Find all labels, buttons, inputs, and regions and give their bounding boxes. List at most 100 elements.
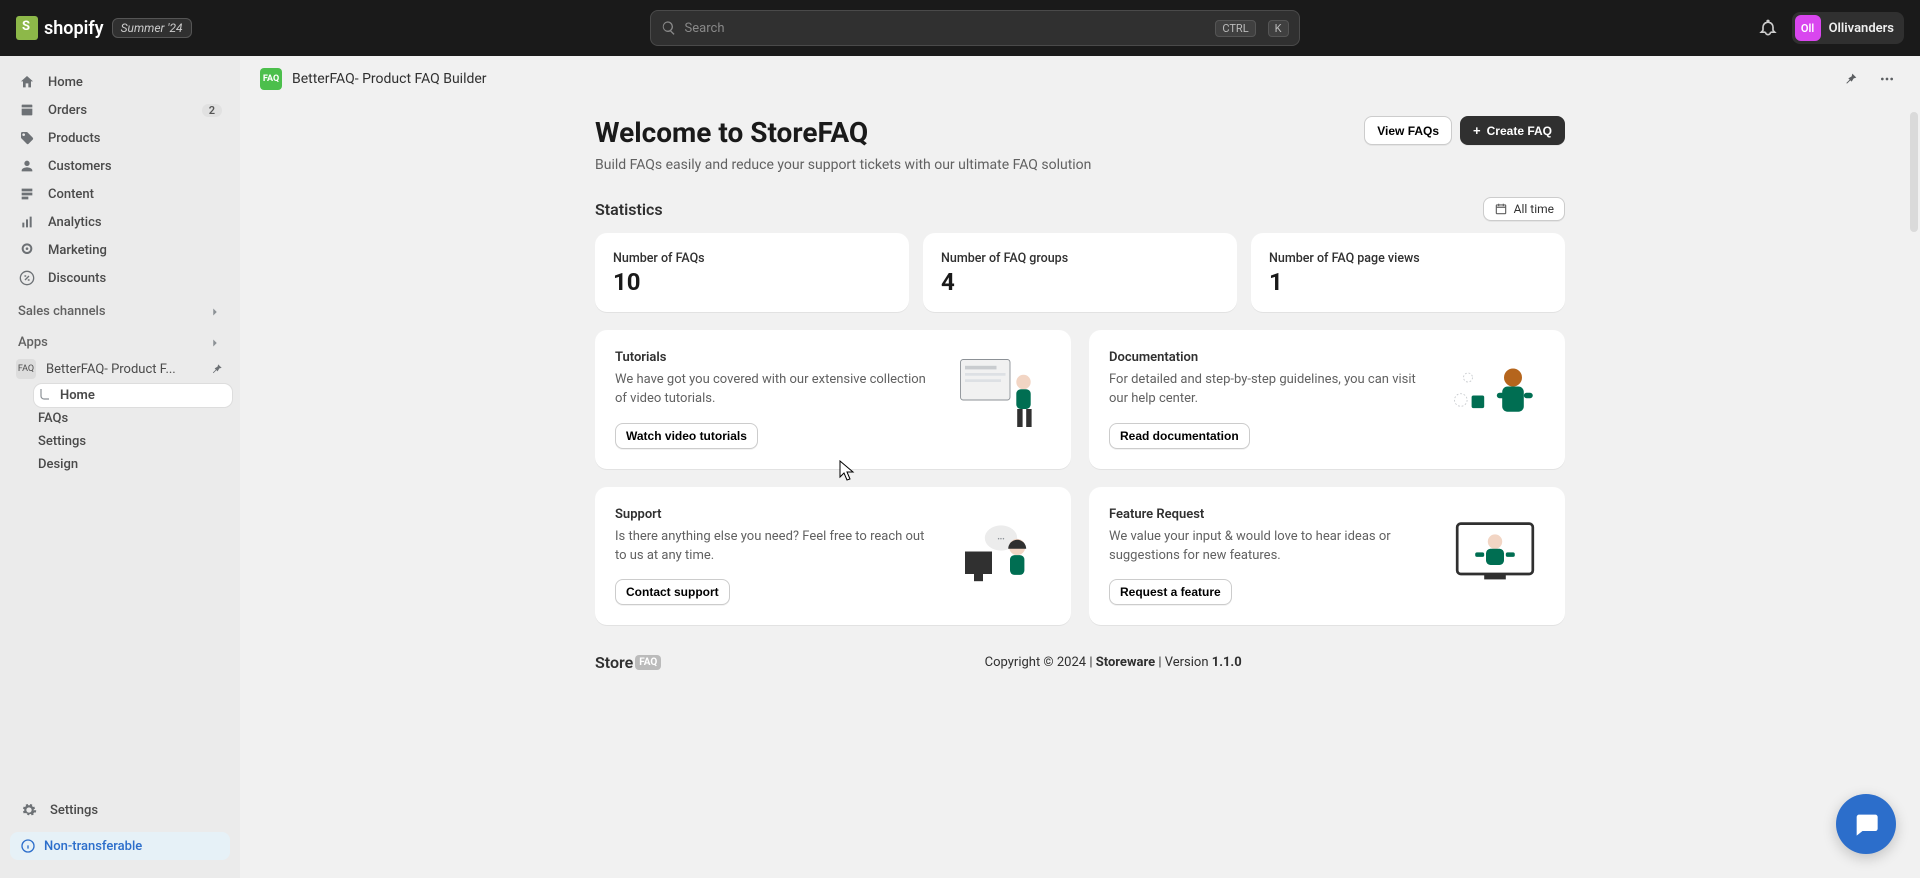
tutorials-illustration (951, 350, 1051, 440)
create-faq-button[interactable]: + Create FAQ (1460, 116, 1565, 145)
chat-icon (1852, 810, 1880, 838)
shopify-logo[interactable]: shopify (16, 16, 104, 40)
brand-text: shopify (44, 18, 104, 39)
shopify-bag-icon (16, 16, 38, 40)
avatar: Oll (1795, 15, 1821, 41)
nav-home-label: Home (48, 75, 83, 90)
nav-settings-label: Settings (50, 803, 98, 818)
card-body: Is there anything else you need? Feel fr… (615, 528, 935, 566)
chevron-right-icon (208, 305, 222, 319)
search-icon (661, 20, 677, 36)
request-feature-button[interactable]: Request a feature (1109, 579, 1232, 605)
chevron-right-icon (208, 336, 222, 350)
page-title: Welcome to StoreFAQ (595, 116, 1091, 149)
nav-marketing-label: Marketing (48, 243, 107, 258)
statistics-header: Statistics All time (595, 197, 1565, 221)
sales-channels-label: Sales channels (18, 304, 106, 319)
card-support: Support Is there anything else you need?… (595, 487, 1071, 626)
stat-label: Number of FAQ groups (941, 251, 1219, 266)
card-feature-request: Feature Request We value your input & wo… (1089, 487, 1565, 626)
stat-value: 4 (941, 268, 1219, 296)
shortcut-ctrl: CTRL (1215, 20, 1255, 37)
stat-card-faqs: Number of FAQs 10 (595, 233, 909, 312)
marketing-icon (18, 241, 36, 259)
pin-icon[interactable] (210, 362, 224, 376)
scrollbar[interactable] (1910, 112, 1918, 232)
version-number: 1.1.0 (1212, 655, 1242, 670)
info-icon (20, 838, 36, 854)
app-sub-design[interactable]: Design (34, 453, 232, 476)
apps-label: Apps (18, 335, 48, 350)
page-subtitle: Build FAQs easily and reduce your suppor… (595, 157, 1091, 173)
nav-home[interactable]: Home (8, 68, 232, 96)
contact-support-button[interactable]: Contact support (615, 579, 730, 605)
main-area: FAQ BetterFAQ- Product FAQ Builder Welco… (240, 56, 1920, 878)
footer-brand-right: FAQ (635, 655, 661, 670)
nav-content[interactable]: Content (8, 180, 232, 208)
discounts-icon (18, 269, 36, 287)
nav-orders[interactable]: Orders 2 (8, 96, 232, 124)
svg-text:•••: ••• (997, 535, 1004, 544)
nav-customers[interactable]: Customers (8, 152, 232, 180)
welcome-section: Welcome to StoreFAQ Build FAQs easily an… (595, 102, 1565, 173)
stat-label: Number of FAQs (613, 251, 891, 266)
app-sub-faqs-label: FAQs (38, 411, 68, 426)
stat-label: Number of FAQ page views (1269, 251, 1547, 266)
tree-branch-icon (38, 389, 52, 403)
chat-launcher[interactable] (1836, 794, 1896, 854)
version-prefix: | Version (1155, 655, 1212, 670)
more-actions-button[interactable] (1874, 66, 1900, 92)
company-name: Storeware (1096, 655, 1155, 670)
footer-brand-left: Store (595, 653, 633, 672)
search-wrap: Search CTRL K (204, 10, 1746, 46)
stat-value: 1 (1269, 268, 1547, 296)
footer-logo: Store FAQ (595, 653, 661, 672)
topbar: shopify Summer '24 Search CTRL K Oll Oll… (0, 0, 1920, 56)
sidebar: Home Orders 2 Products Customers Content… (0, 56, 240, 878)
stats-cards: Number of FAQs 10 Number of FAQ groups 4… (595, 233, 1565, 312)
nav-marketing[interactable]: Marketing (8, 236, 232, 264)
search-input[interactable]: Search CTRL K (650, 10, 1300, 46)
stat-card-groups: Number of FAQ groups 4 (923, 233, 1237, 312)
app-header-icon: FAQ (260, 68, 282, 90)
user-menu[interactable]: Oll Ollivanders (1792, 12, 1904, 44)
notifications-icon[interactable] (1758, 18, 1778, 38)
app-sub-faqs[interactable]: FAQs (34, 407, 232, 430)
nav-products[interactable]: Products (8, 124, 232, 152)
card-documentation: Documentation For detailed and step-by-s… (1089, 330, 1565, 469)
support-illustration: ••• (951, 507, 1051, 597)
apps-header[interactable]: Apps (8, 323, 232, 354)
app-sub-home[interactable]: Home (34, 384, 232, 407)
app-footer: Store FAQ Copyright © 2024 | Storeware |… (595, 653, 1565, 672)
date-filter-label: All time (1514, 202, 1554, 216)
card-tutorials: Tutorials We have got you covered with o… (595, 330, 1071, 469)
summer-tag[interactable]: Summer '24 (112, 18, 192, 38)
app-sub-settings-label: Settings (38, 434, 86, 449)
nav-analytics[interactable]: Analytics (8, 208, 232, 236)
store-name: Ollivanders (1829, 21, 1894, 36)
card-title: Tutorials (615, 350, 935, 365)
app-sub-settings[interactable]: Settings (34, 430, 232, 453)
nav-discounts[interactable]: Discounts (8, 264, 232, 292)
create-faq-label: Create FAQ (1487, 124, 1552, 138)
copyright-prefix: Copyright © 2024 | (985, 655, 1096, 670)
search-placeholder: Search (685, 21, 1204, 36)
topbar-right: Oll Ollivanders (1758, 12, 1904, 44)
view-faqs-button[interactable]: View FAQs (1364, 116, 1452, 145)
shortcut-k: K (1268, 20, 1289, 37)
sidebar-app-betterfaq[interactable]: FAQ BetterFAQ- Product F... (8, 354, 232, 384)
nav-orders-label: Orders (48, 103, 87, 118)
date-filter[interactable]: All time (1483, 197, 1565, 221)
app-sub-home-label: Home (60, 388, 95, 403)
orders-icon (18, 101, 36, 119)
nav-analytics-label: Analytics (48, 215, 102, 230)
sales-channels-header[interactable]: Sales channels (8, 292, 232, 323)
app-header-bar: FAQ BetterFAQ- Product FAQ Builder (240, 56, 1920, 102)
app-icon: FAQ (16, 359, 36, 379)
watch-tutorials-button[interactable]: Watch video tutorials (615, 423, 758, 449)
nav-settings[interactable]: Settings (10, 796, 230, 824)
nav-customers-label: Customers (48, 159, 112, 174)
read-documentation-button[interactable]: Read documentation (1109, 423, 1250, 449)
non-transferable-notice[interactable]: Non-transferable (10, 832, 230, 860)
pin-app-button[interactable] (1838, 66, 1864, 92)
